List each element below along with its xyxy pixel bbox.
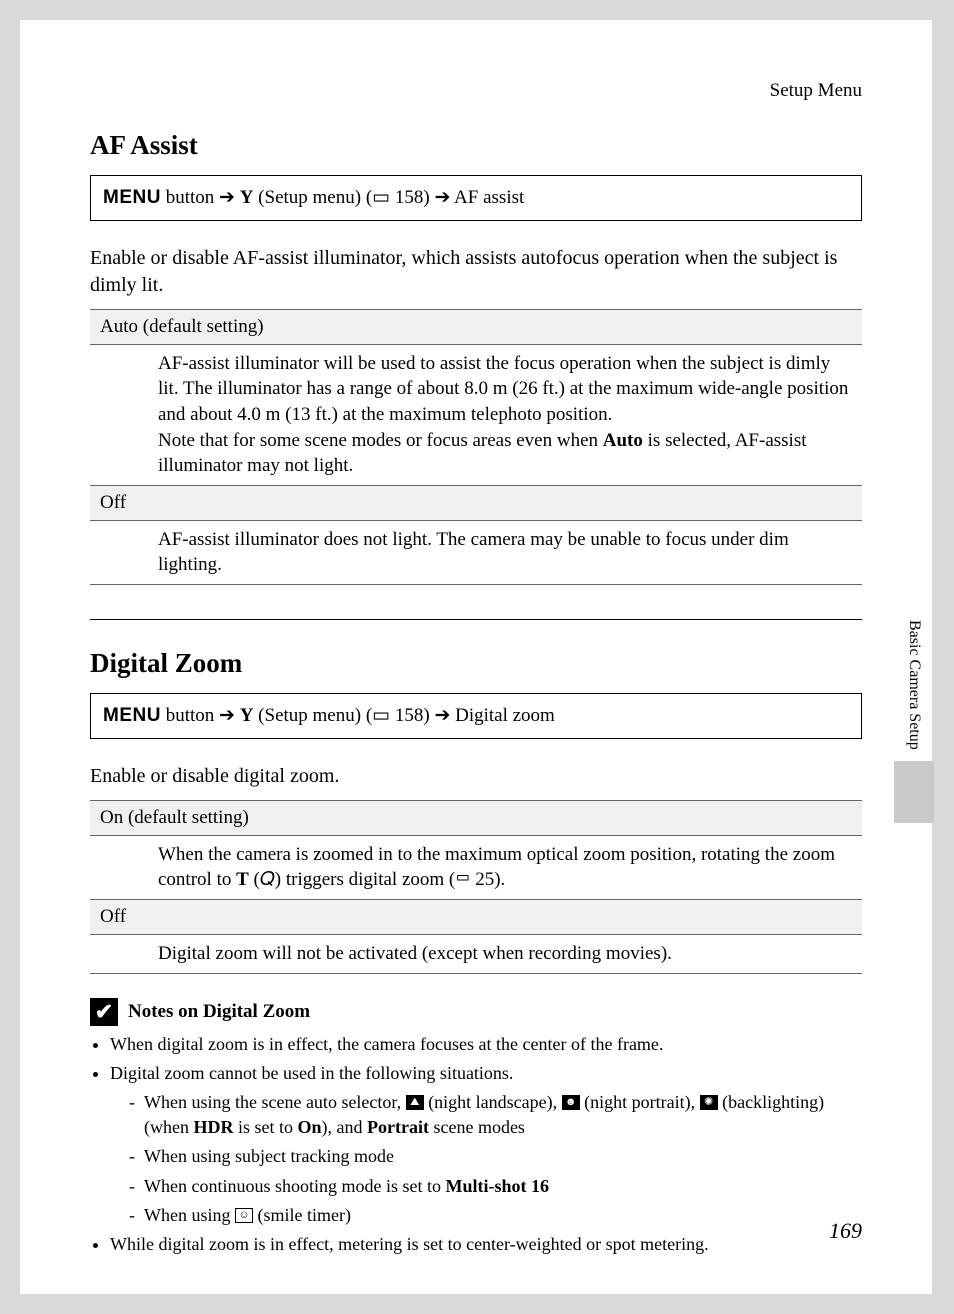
nav-path-af-assist: MENU button ➔ Y (Setup menu) (▭ 158) ➔ A… <box>90 175 862 221</box>
path-text: button <box>161 187 219 208</box>
wrench-icon: Y <box>240 705 254 726</box>
book-icon: ▭ <box>455 869 470 890</box>
note-subitem: When using subject tracking mode <box>144 1144 862 1169</box>
option-desc: AF-assist illuminator does not light. Th… <box>90 520 862 584</box>
menu-button-label: MENU <box>103 187 161 208</box>
section-description: Enable or disable digital zoom. <box>90 763 862 790</box>
side-tab: Basic Camera Setup <box>894 620 934 823</box>
note-subitem: When using the scene auto selector, ⛰ (n… <box>144 1090 862 1140</box>
notes-title: Notes on Digital Zoom <box>128 1001 310 1023</box>
magnifier-icon: 𝑄 <box>260 869 275 890</box>
nav-path-digital-zoom: MENU button ➔ Y (Setup menu) (▭ 158) ➔ D… <box>90 693 862 739</box>
section-divider <box>90 619 862 620</box>
path-text: (Setup menu) ( <box>253 705 372 726</box>
wrench-icon: Y <box>240 187 254 208</box>
side-tab-marker <box>894 761 934 823</box>
path-text: button <box>161 705 219 726</box>
path-dest: Digital zoom <box>450 705 554 726</box>
arrow-icon: ➔ <box>434 187 450 208</box>
options-table-digital-zoom: On (default setting) When the camera is … <box>90 800 862 974</box>
section-title-af-assist: AF Assist <box>90 130 862 161</box>
note-item: While digital zoom is in effect, meterin… <box>110 1232 862 1257</box>
book-icon: ▭ <box>372 705 390 726</box>
arrow-icon: ➔ <box>219 705 235 726</box>
options-table-af-assist: Auto (default setting) AF-assist illumin… <box>90 309 862 585</box>
option-desc: Digital zoom will not be activated (exce… <box>90 935 862 974</box>
note-item: When digital zoom is in effect, the came… <box>110 1032 862 1057</box>
section-description: Enable or disable AF-assist illuminator,… <box>90 245 862 299</box>
smile-timer-icon: ☺ <box>235 1208 253 1223</box>
menu-button-label: MENU <box>103 705 161 726</box>
option-name: Off <box>90 900 862 935</box>
option-name: Auto (default setting) <box>90 309 862 344</box>
side-tab-label: Basic Camera Setup <box>905 620 923 750</box>
book-icon: ▭ <box>372 187 390 208</box>
check-icon: ✔ <box>90 998 118 1026</box>
note-subitem: When using ☺ (smile timer) <box>144 1203 862 1228</box>
night-landscape-icon: ⛰ <box>406 1095 424 1110</box>
backlighting-icon: ✺ <box>700 1095 718 1110</box>
path-pageref: 158) <box>390 705 434 726</box>
option-name: Off <box>90 485 862 520</box>
path-dest: AF assist <box>450 187 524 208</box>
notes-sublist: When using the scene auto selector, ⛰ (n… <box>110 1090 862 1228</box>
arrow-icon: ➔ <box>434 705 450 726</box>
path-pageref: 158) <box>390 187 434 208</box>
night-portrait-icon: ☻ <box>562 1095 580 1110</box>
option-desc: AF-assist illuminator will be used to as… <box>90 344 862 485</box>
note-item: Digital zoom cannot be used in the follo… <box>110 1061 862 1228</box>
option-name: On (default setting) <box>90 800 862 835</box>
notes-list: When digital zoom is in effect, the came… <box>90 1032 862 1258</box>
note-subitem: When continuous shooting mode is set to … <box>144 1174 862 1199</box>
arrow-icon: ➔ <box>219 187 235 208</box>
path-text: (Setup menu) ( <box>253 187 372 208</box>
section-title-digital-zoom: Digital Zoom <box>90 648 862 679</box>
notes-header: ✔ Notes on Digital Zoom <box>90 998 862 1026</box>
page-number: 169 <box>829 1218 862 1244</box>
option-desc: When the camera is zoomed in to the maxi… <box>90 835 862 899</box>
header-setup-menu: Setup Menu <box>90 80 862 102</box>
